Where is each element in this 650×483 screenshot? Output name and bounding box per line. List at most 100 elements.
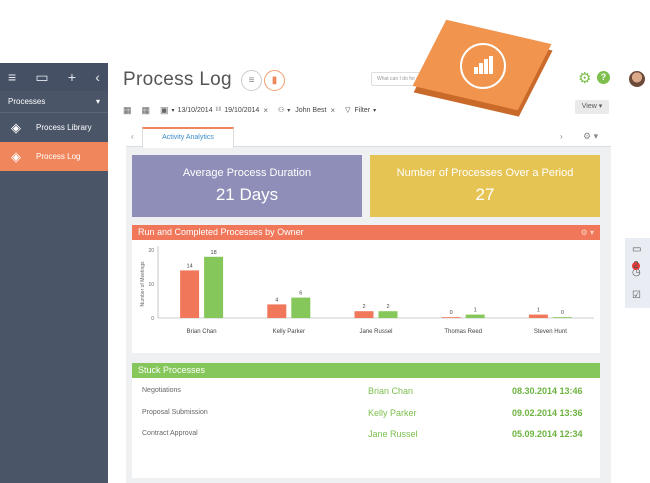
bar (267, 304, 287, 318)
chevron-down-icon[interactable]: ▾ (373, 107, 376, 114)
bar (180, 270, 200, 318)
process-date: 08.30.2014 13:46 (512, 386, 583, 396)
x-tick-label: Steven Hunt (534, 329, 567, 335)
process-selector[interactable]: Processes ▾ (0, 91, 108, 113)
chevron-down-icon[interactable]: ▾ (287, 107, 290, 114)
owner-filter[interactable]: John Best (295, 107, 326, 114)
y-tick-label: 10 (148, 282, 154, 288)
process-owner[interactable]: Brian Chan (368, 381, 413, 401)
chevron-down-icon[interactable]: ▾ (172, 107, 175, 114)
settings-gear-icon[interactable]: ⚙ (578, 69, 591, 87)
bar-chart: 01020Number of Meetings 1418Brian Chan46K… (140, 246, 594, 335)
card-value: 21 Days (215, 185, 279, 204)
bar (291, 297, 311, 318)
data-label: 0 (561, 310, 564, 316)
x-tick-label: Jane Russel (359, 329, 392, 335)
list-view-button[interactable]: ≡ (241, 70, 262, 91)
bar (204, 256, 224, 318)
filter-icon[interactable]: ▽ (345, 106, 350, 114)
menu-icon[interactable]: ≡ (8, 70, 16, 84)
card-label: Number of Processes Over a Period (396, 167, 574, 179)
y-tick-label: 20 (148, 248, 154, 254)
chevron-left-icon[interactable]: ‹ (131, 132, 134, 141)
analytics-view-button[interactable]: ▮ (264, 70, 285, 91)
data-label: 0 (450, 310, 453, 316)
data-label: 1 (474, 308, 477, 314)
x-tick-label: Thomas Reed (444, 329, 482, 335)
list-item[interactable]: Negotiations Brian Chan 08.30.2014 13:46 (132, 381, 600, 401)
sidebar-item-process-library[interactable]: ◈ Process Library (0, 113, 108, 142)
data-label: 6 (299, 291, 302, 297)
right-toolbar: ▭ ◷ 2 ☑ (625, 238, 650, 308)
process-name: Proposal Submission (142, 409, 208, 416)
process-log-icon: ◈ (11, 148, 21, 164)
chat-icon[interactable]: ▭ (35, 70, 48, 84)
calendar-week-icon[interactable]: ▦ (142, 105, 151, 116)
sidebar-item-process-log[interactable]: ◈ Process Log (0, 142, 108, 171)
y-axis-label: Number of Meetings (140, 261, 146, 307)
sidebar-item-label: Process Log (36, 152, 81, 161)
avg-duration-card: Average Process Duration 21 Days (132, 155, 362, 217)
data-label: 2 (362, 304, 365, 310)
tab-settings-icon[interactable]: ⚙ ▾ (583, 131, 598, 142)
clear-owner-icon[interactable]: × (330, 106, 335, 115)
data-label: 14 (187, 263, 193, 269)
list-item[interactable]: Proposal Submission Kelly Parker 09.02.2… (132, 403, 600, 423)
card-value: 27 (475, 185, 495, 204)
sidebar: ≡ ▭ + ‹ Processes ▾ ◈ Process Library ◈ … (0, 63, 108, 483)
calendar-icon[interactable]: ▦ (123, 105, 132, 116)
stuck-section-header: Stuck Processes (132, 363, 600, 378)
collapse-icon[interactable]: ‹ (95, 70, 100, 84)
stuck-section-title: Stuck Processes (138, 365, 206, 375)
x-tick-label: Brian Chan (187, 329, 217, 335)
user-icon[interactable]: ⚇ (278, 106, 284, 114)
filter-dropdown[interactable]: Filter (355, 107, 371, 114)
process-library-icon: ◈ (11, 119, 21, 135)
stuck-list: Negotiations Brian Chan 08.30.2014 13:46… (132, 378, 600, 478)
card-label: Average Process Duration (182, 167, 312, 179)
list-item[interactable]: Contract Approval Jane Russel 05.09.2014… (132, 424, 600, 444)
process-count-card: Number of Processes Over a Period 27 (370, 155, 600, 217)
data-label: 2 (386, 304, 389, 310)
help-icon[interactable]: ? (597, 71, 610, 84)
process-date: 05.09.2014 12:34 (512, 429, 583, 439)
date-to[interactable]: 19/10/2014 (224, 107, 259, 114)
data-label: 18 (211, 250, 217, 256)
add-icon[interactable]: + (68, 70, 76, 84)
chevron-right-icon[interactable]: › (560, 132, 563, 141)
bar (441, 317, 461, 318)
data-label: 4 (275, 297, 278, 303)
x-tick-label: Kelly Parker (273, 329, 305, 335)
tab-activity-analytics[interactable]: Activity Analytics (142, 127, 234, 148)
chart-section-header: Run and Completed Processes by Owner ⚙ ▾ (132, 225, 600, 240)
bar (528, 314, 548, 318)
tab-bar: ‹ Activity Analytics › ⚙ ▾ (126, 127, 611, 148)
view-button-label: View (581, 103, 597, 110)
process-name: Negotiations (142, 387, 181, 394)
sidebar-item-label: Process Library (36, 123, 92, 132)
bar (378, 311, 398, 318)
calendar-check-icon[interactable]: ▣ (160, 105, 169, 116)
chart-settings-icon[interactable]: ⚙ ▾ (581, 225, 594, 240)
chat-bubble-icon[interactable]: ▭ (632, 244, 641, 255)
process-name: Contract Approval (142, 430, 198, 437)
clear-date-icon[interactable]: × (263, 106, 268, 115)
filter-bar: ▦ ▦ ▣ ▾ 13/10/2014 till 19/10/2014 × ⚇ ▾… (123, 103, 376, 117)
bar (465, 314, 485, 318)
bar (552, 317, 572, 318)
process-owner[interactable]: Kelly Parker (368, 403, 417, 423)
date-from[interactable]: 13/10/2014 (178, 107, 213, 114)
process-selector-label: Processes (8, 97, 46, 106)
task-icon[interactable]: ☑ (632, 290, 641, 301)
y-tick-label: 0 (151, 316, 154, 322)
content-panel: ‹ Activity Analytics › ⚙ ▾ Average Proce… (126, 127, 611, 483)
process-date: 09.02.2014 13:36 (512, 408, 583, 418)
notification-badge: 2 (632, 260, 640, 271)
bar (354, 311, 374, 318)
sidebar-toolbar: ≡ ▭ + ‹ (0, 63, 108, 91)
avatar[interactable] (629, 71, 645, 87)
chart-container: 0 10 20 Number of Meetings 14 18 Brian Chan 4 6 K… (132, 240, 600, 353)
process-owner[interactable]: Jane Russel (368, 424, 418, 444)
date-till-label: till (215, 107, 222, 113)
view-button[interactable]: View ▾ (575, 100, 609, 114)
